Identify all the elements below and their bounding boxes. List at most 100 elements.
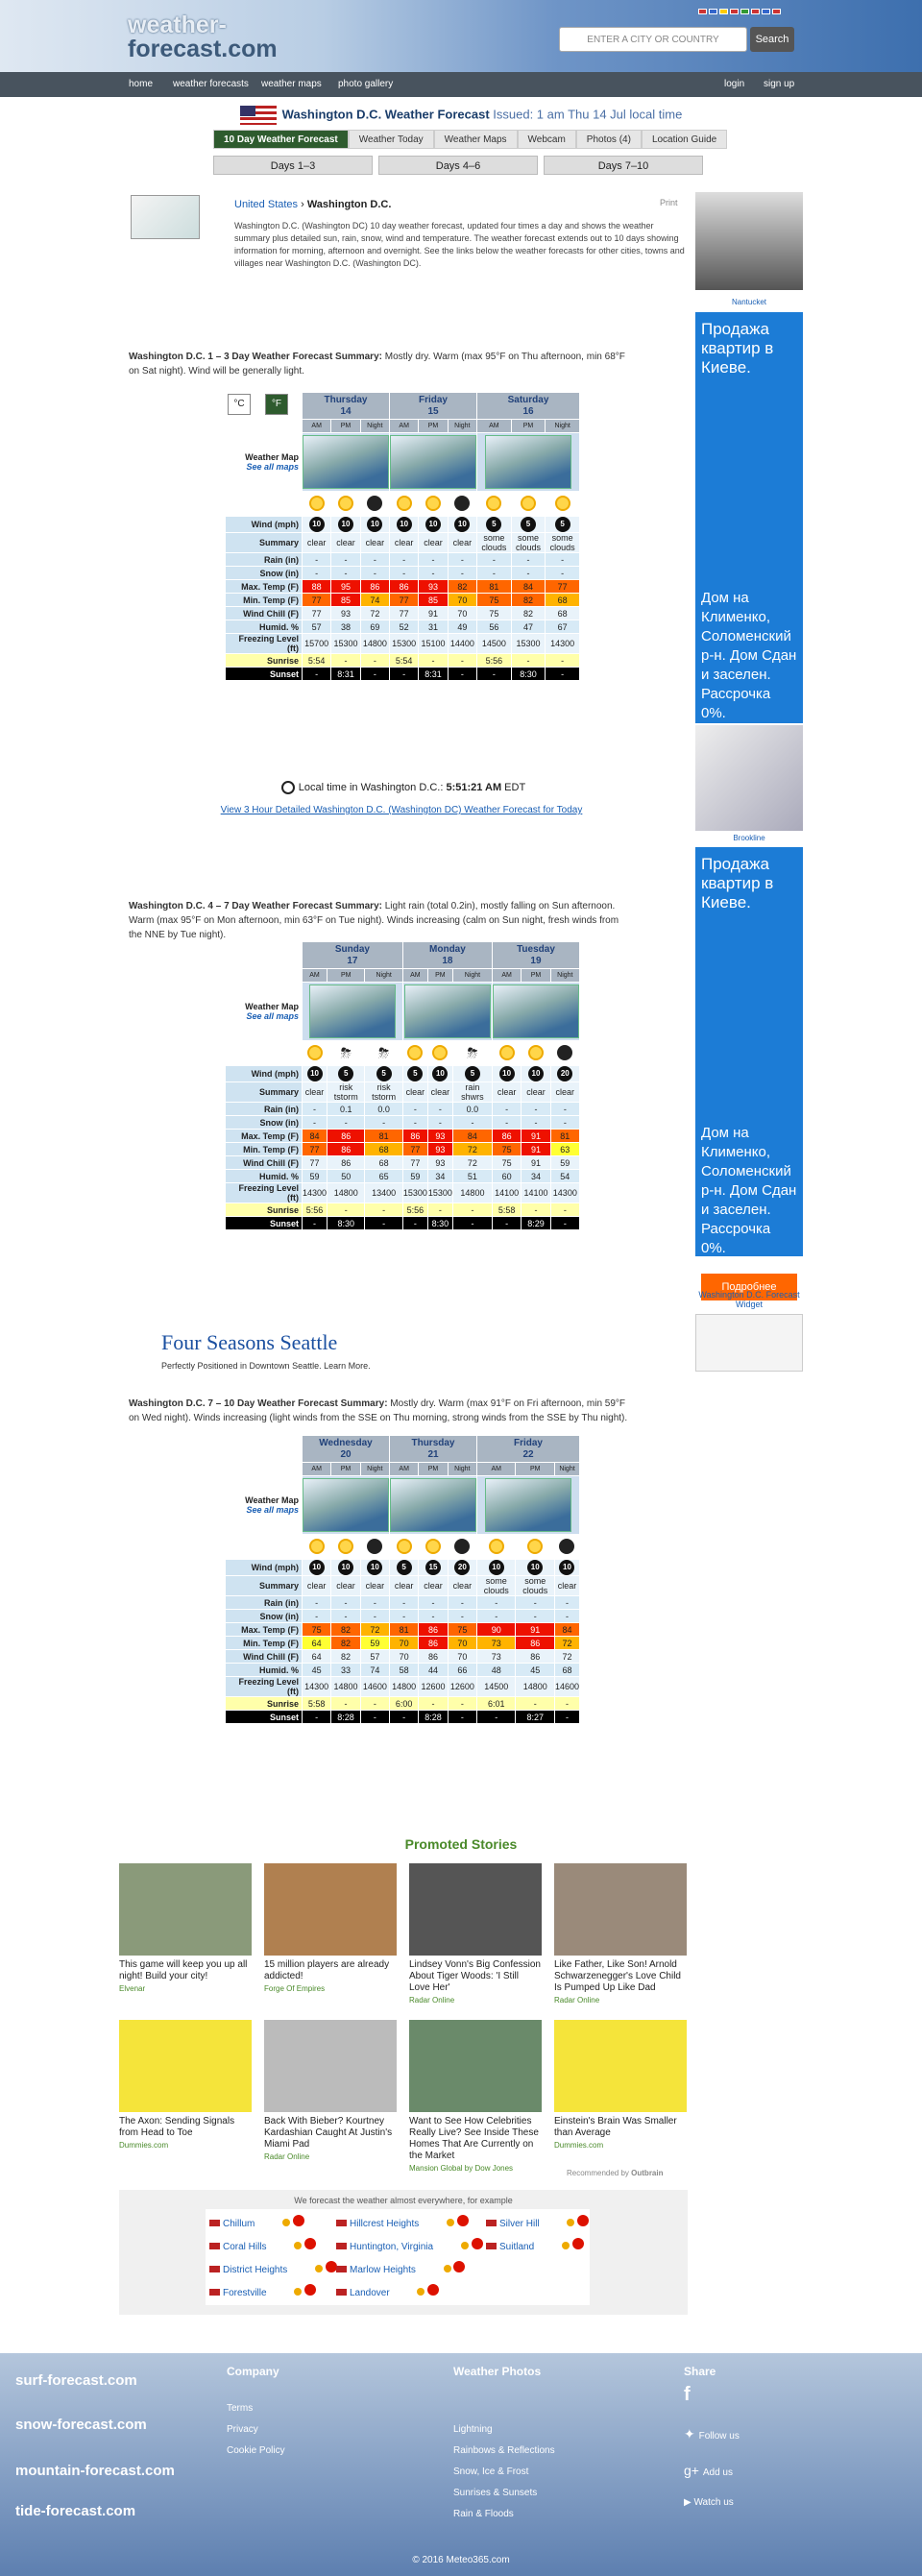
story-image[interactable]	[119, 2020, 252, 2112]
facebook-icon[interactable]: f	[684, 2384, 691, 2406]
weather-map-thumb[interactable]	[389, 432, 477, 492]
nearby-location-link[interactable]: Forestville	[209, 2284, 317, 2298]
nearby-location-link[interactable]: District Heights	[209, 2261, 337, 2275]
story-image[interactable]	[264, 2020, 397, 2112]
story-title[interactable]: Like Father, Like Son! Arnold Schwarzene…	[554, 1959, 687, 1994]
story-image[interactable]	[554, 1863, 687, 1956]
story-source[interactable]: Dummies.com	[119, 2141, 252, 2150]
brand-snow[interactable]: snow-forecast.com	[15, 2418, 147, 2432]
brand-surf[interactable]: surf-forecast.com	[15, 2373, 137, 2388]
photo-link-rain[interactable]: Rain & Floods	[453, 2509, 514, 2519]
weather-map-thumb[interactable]	[491, 982, 581, 1041]
days-7-10-tab[interactable]: Days 7–10	[544, 156, 703, 175]
day-header[interactable]: Saturday 16	[476, 392, 580, 420]
promoted-story[interactable]: Einstein's Brain Was Smaller than Averag…	[554, 2020, 687, 2150]
brand-mountain[interactable]: mountain-forecast.com	[15, 2464, 175, 2478]
weather-map-label[interactable]: Weather Map See all maps	[225, 982, 303, 1041]
nearby-location-link[interactable]: Silver Hill	[486, 2215, 590, 2229]
nearby-location-link[interactable]: Marlow Heights	[336, 2261, 466, 2275]
story-image[interactable]	[409, 2020, 542, 2112]
widget-preview[interactable]	[695, 1314, 803, 1372]
story-source[interactable]: Radar Online	[409, 1996, 542, 2005]
russian-ad-1[interactable]: Продажа квартир в Киеве. Дом на Клименко,…	[695, 312, 803, 766]
nav-login[interactable]: login	[724, 79, 744, 89]
story-title[interactable]: Einstein's Brain Was Smaller than Averag…	[554, 2116, 687, 2139]
story-source[interactable]: Forge Of Empires	[264, 1984, 397, 1993]
site-logo[interactable]: weather-forecast.com	[128, 13, 278, 61]
tab-webcam[interactable]: Webcam	[517, 130, 576, 149]
tab-10-day[interactable]: 10 Day Weather Forecast	[213, 130, 349, 149]
promoted-story[interactable]: Want to See How Celebrities Really Live?…	[409, 2020, 542, 2173]
photo-link-sunrises[interactable]: Sunrises & Sunsets	[453, 2488, 537, 2498]
story-title[interactable]: Lindsey Vonn's Big Confession About Tige…	[409, 1959, 542, 1994]
tab-weather-maps[interactable]: Weather Maps	[433, 130, 518, 149]
search-input[interactable]: ENTER A CITY OR COUNTRY	[559, 27, 747, 52]
photo-link-rainbows[interactable]: Rainbows & Reflections	[453, 2445, 555, 2456]
story-source[interactable]: Radar Online	[264, 2152, 397, 2161]
promoted-story[interactable]: Lindsey Vonn's Big Confession About Tige…	[409, 1863, 542, 2005]
day-header[interactable]: Tuesday 19	[491, 941, 581, 969]
widget-link[interactable]: Washington D.C. Forecast Widget	[695, 1290, 803, 1309]
promoted-story[interactable]: 15 million players are already addicted!…	[264, 1863, 397, 1993]
nearby-location-link[interactable]: Chillum	[209, 2215, 304, 2229]
day-header[interactable]: Wednesday 20	[302, 1435, 390, 1463]
story-source[interactable]: Radar Online	[554, 1996, 687, 2005]
footer-terms[interactable]: Terms	[227, 2403, 253, 2414]
nav-signup[interactable]: sign up	[764, 79, 794, 89]
tab-photos[interactable]: Photos (4)	[575, 130, 642, 149]
location-map-thumbnail[interactable]	[131, 195, 200, 239]
promoted-story[interactable]: Like Father, Like Son! Arnold Schwarzene…	[554, 1863, 687, 2005]
day-header[interactable]: Friday 15	[389, 392, 477, 420]
story-title[interactable]: This game will keep you up all night! Bu…	[119, 1959, 252, 1982]
nav-weather-forecasts[interactable]: weather forecasts	[173, 79, 249, 89]
story-image[interactable]	[409, 1863, 542, 1956]
search-button[interactable]: Search	[750, 27, 794, 52]
footer-privacy[interactable]: Privacy	[227, 2424, 258, 2435]
weather-map-thumb[interactable]	[389, 1475, 477, 1535]
nearby-location-link[interactable]: Hillcrest Heights	[336, 2215, 469, 2229]
nearby-location-link[interactable]: Huntington, Virginia	[336, 2238, 483, 2252]
weather-map-thumb[interactable]	[401, 982, 493, 1041]
googleplus-icon[interactable]: g+ Add us	[684, 2463, 733, 2478]
twitter-icon[interactable]: ✦ Follow us	[684, 2426, 740, 2442]
story-source[interactable]: Dummies.com	[554, 2141, 687, 2150]
promoted-story[interactable]: Back With Bieber? Kourtney Kardashian Ca…	[264, 2020, 397, 2161]
promoted-story[interactable]: This game will keep you up all night! Bu…	[119, 1863, 252, 1993]
story-title[interactable]: Want to See How Celebrities Really Live?…	[409, 2116, 542, 2162]
youtube-icon[interactable]: ▶ Watch us	[684, 2497, 734, 2508]
nav-home[interactable]: home	[129, 79, 153, 89]
nantucket-photo[interactable]	[695, 192, 803, 290]
weather-map-thumb[interactable]	[476, 1475, 580, 1535]
footer-cookie[interactable]: Cookie Policy	[227, 2445, 285, 2456]
brookline-photo[interactable]	[695, 725, 803, 831]
weather-map-thumb[interactable]	[302, 1475, 390, 1535]
tab-location-guide[interactable]: Location Guide	[641, 130, 728, 149]
day-header[interactable]: Monday 18	[401, 941, 493, 969]
nantucket-caption[interactable]: Nantucket	[695, 298, 803, 306]
brookline-caption[interactable]: Brookline	[695, 834, 803, 842]
promoted-story[interactable]: The Axon: Sending Signals from Head to T…	[119, 2020, 252, 2150]
photo-link-lightning[interactable]: Lightning	[453, 2424, 493, 2435]
weather-map-label[interactable]: Weather Map See all maps	[225, 1475, 303, 1535]
tab-weather-today[interactable]: Weather Today	[348, 130, 434, 149]
days-4-6-tab[interactable]: Days 4–6	[378, 156, 538, 175]
brand-tide[interactable]: tide-forecast.com	[15, 2504, 135, 2518]
print-link[interactable]: Print	[660, 198, 678, 207]
day-header[interactable]: Thursday 14	[302, 392, 390, 420]
story-image[interactable]	[264, 1863, 397, 1956]
story-source[interactable]: Mansion Global by Dow Jones	[409, 2164, 542, 2173]
story-image[interactable]	[554, 2020, 687, 2112]
nearby-location-link[interactable]: Landover	[336, 2284, 440, 2298]
story-image[interactable]	[119, 1863, 252, 1956]
story-source[interactable]: Elvenar	[119, 1984, 252, 1993]
day-header[interactable]: Thursday 21	[389, 1435, 477, 1463]
weather-map-thumb[interactable]	[302, 432, 390, 492]
nav-photo-gallery[interactable]: photo gallery	[338, 79, 393, 89]
four-seasons-ad[interactable]: Four Seasons Seattle Perfectly Positioned…	[161, 1330, 653, 1376]
breadcrumb-country[interactable]: United States	[234, 199, 298, 210]
language-flags[interactable]	[698, 9, 781, 14]
days-1-3-tab[interactable]: Days 1–3	[213, 156, 373, 175]
story-title[interactable]: The Axon: Sending Signals from Head to T…	[119, 2116, 252, 2139]
weather-map-thumb[interactable]	[476, 432, 580, 492]
story-title[interactable]: 15 million players are already addicted!	[264, 1959, 397, 1982]
